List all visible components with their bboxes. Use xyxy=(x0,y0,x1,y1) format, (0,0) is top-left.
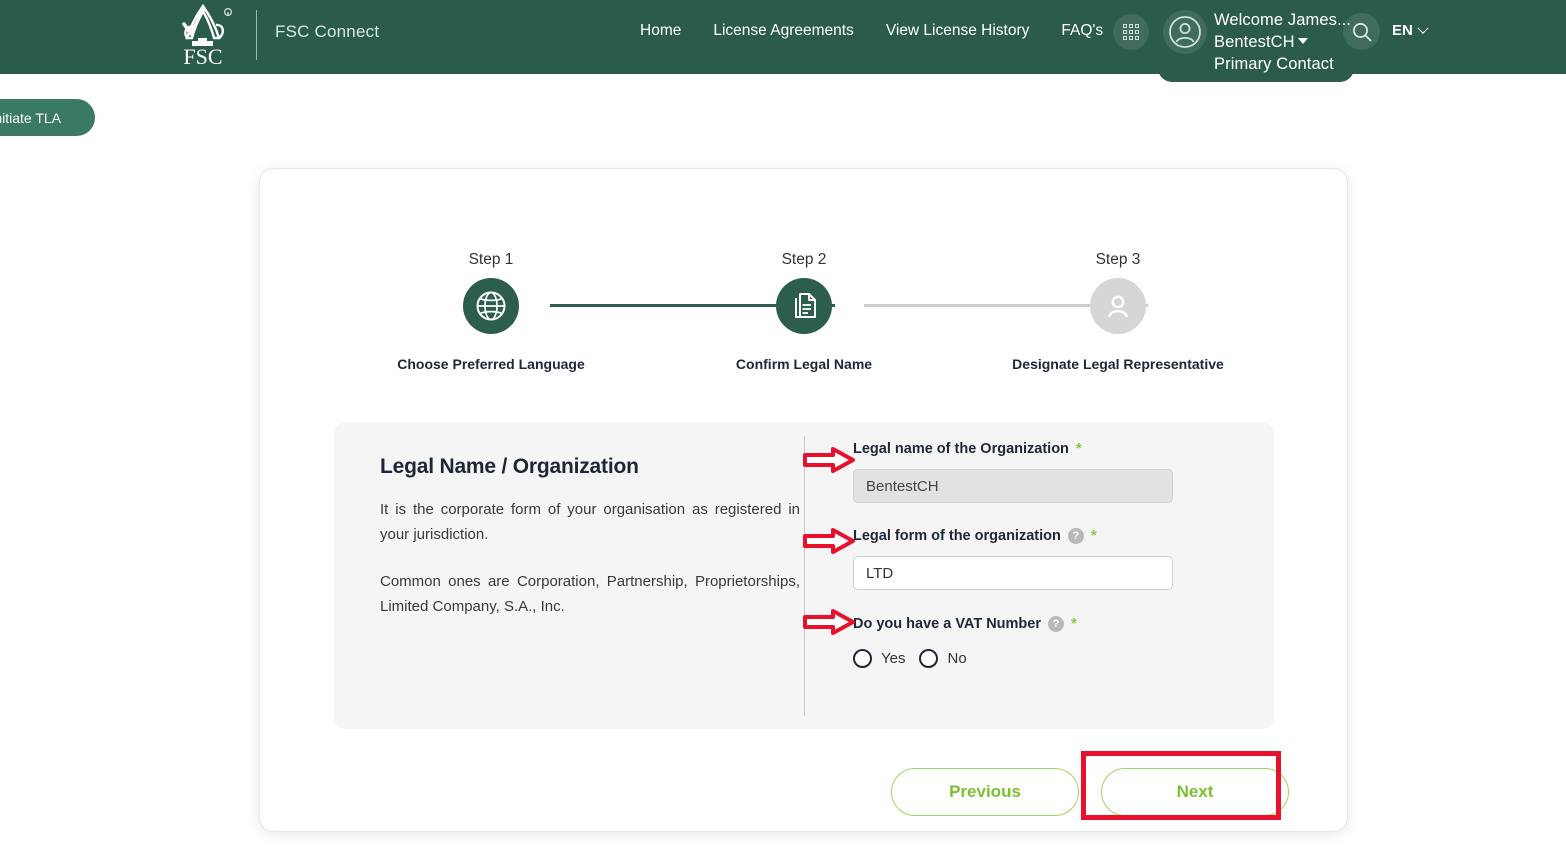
step-2-label: Confirm Legal Name xyxy=(735,356,873,372)
vat-radio-no-label: No xyxy=(947,650,967,667)
required-marker: * xyxy=(1075,440,1082,457)
step-2-title: Step 2 xyxy=(781,251,827,268)
panel-paragraph-1: It is the corporate form of your organis… xyxy=(380,501,800,543)
wizard-stepper: Step 1 Choose Preferred Language Step 2 xyxy=(260,169,1349,379)
step-1-label: Choose Preferred Language xyxy=(397,356,585,372)
initiate-tla-tab[interactable]: Initiate TLA xyxy=(0,99,95,136)
stepper-step-2[interactable]: Step 2 Confirm Legal Name xyxy=(684,251,924,372)
stepper-step-3[interactable]: Step 3 Designate Legal Representative xyxy=(998,251,1238,372)
vat-radio-no[interactable]: No xyxy=(919,649,967,668)
vat-radio-yes-label: Yes xyxy=(881,650,906,667)
wizard-card: Step 1 Choose Preferred Language Step 2 xyxy=(259,168,1348,832)
svg-text:FSC: FSC xyxy=(183,44,222,68)
user-menu[interactable]: Welcome James... BentestCH Primary Conta… xyxy=(1214,9,1364,75)
legal-form-label: Legal form of the organization ? * xyxy=(853,527,1233,544)
language-selector[interactable]: EN xyxy=(1392,22,1429,39)
user-organization-row[interactable]: BentestCH xyxy=(1214,31,1364,53)
radio-circle-icon xyxy=(853,649,872,668)
documents-icon xyxy=(776,278,832,334)
panel-title: Legal Name / Organization xyxy=(380,455,639,478)
nav-item-home[interactable]: Home xyxy=(640,22,681,40)
user-avatar-icon[interactable] xyxy=(1163,10,1207,54)
user-role-text: Primary Contact xyxy=(1214,55,1334,73)
chevron-down-icon xyxy=(1417,22,1429,34)
fsc-tree-logo[interactable]: R FSC xyxy=(170,2,240,69)
vat-radio-group: Yes No xyxy=(853,649,1233,668)
nav-item-faqs[interactable]: FAQ's xyxy=(1061,22,1103,40)
required-marker: * xyxy=(1090,527,1097,544)
brand-title: FSC Connect xyxy=(275,22,380,41)
main-nav: Home License Agreements View License His… xyxy=(640,22,1103,40)
legal-name-input[interactable] xyxy=(853,469,1173,503)
legal-name-panel: Legal Name / Organization It is the corp… xyxy=(334,422,1274,729)
wizard-actions: Previous Next xyxy=(891,768,1289,816)
panel-paragraph-2: Common ones are Corporation, Partnership… xyxy=(380,573,800,615)
header-divider xyxy=(256,10,257,60)
chevron-down-icon xyxy=(1297,38,1308,44)
panel-vertical-divider xyxy=(804,436,805,716)
stepper-step-1[interactable]: Step 1 Choose Preferred Language xyxy=(371,251,611,372)
panel-description: Legal Name / Organization It is the corp… xyxy=(380,455,800,619)
step-3-title: Step 3 xyxy=(1095,251,1141,268)
legal-name-label-text: Legal name of the Organization xyxy=(853,440,1069,457)
nav-item-license-agreements[interactable]: License Agreements xyxy=(713,22,853,40)
user-welcome-text: Welcome James... xyxy=(1214,11,1351,29)
language-value: EN xyxy=(1392,22,1413,39)
search-icon[interactable] xyxy=(1343,13,1380,50)
vat-radio-yes[interactable]: Yes xyxy=(853,649,905,668)
vat-question-label: Do you have a VAT Number ? * xyxy=(853,615,1233,632)
help-question-icon[interactable]: ? xyxy=(1067,527,1084,544)
step-3-label: Designate Legal Representative xyxy=(1012,356,1224,372)
globe-icon xyxy=(463,278,519,334)
top-header: R FSC FSC Connect Home License Agreement… xyxy=(0,0,1566,74)
legal-name-label: Legal name of the Organization * xyxy=(853,440,1233,457)
radio-circle-icon xyxy=(919,649,939,668)
user-organization-text: BentestCH xyxy=(1214,33,1295,51)
panel-form: Legal name of the Organization * Legal f… xyxy=(853,440,1233,668)
step-1-title: Step 1 xyxy=(468,251,514,268)
grid-apps-glyph xyxy=(1123,24,1139,40)
initiate-tla-label: Initiate TLA xyxy=(0,109,61,126)
legal-form-input[interactable] xyxy=(853,556,1173,590)
help-question-icon[interactable]: ? xyxy=(1048,615,1064,632)
person-icon xyxy=(1090,278,1146,334)
nav-item-view-license-history[interactable]: View License History xyxy=(886,22,1030,40)
next-button[interactable]: Next xyxy=(1101,768,1289,816)
grid-apps-icon[interactable] xyxy=(1113,14,1149,50)
previous-button[interactable]: Previous xyxy=(891,768,1079,816)
required-marker: * xyxy=(1071,615,1077,632)
vat-question-label-text: Do you have a VAT Number xyxy=(853,615,1041,632)
legal-form-label-text: Legal form of the organization xyxy=(853,527,1061,544)
